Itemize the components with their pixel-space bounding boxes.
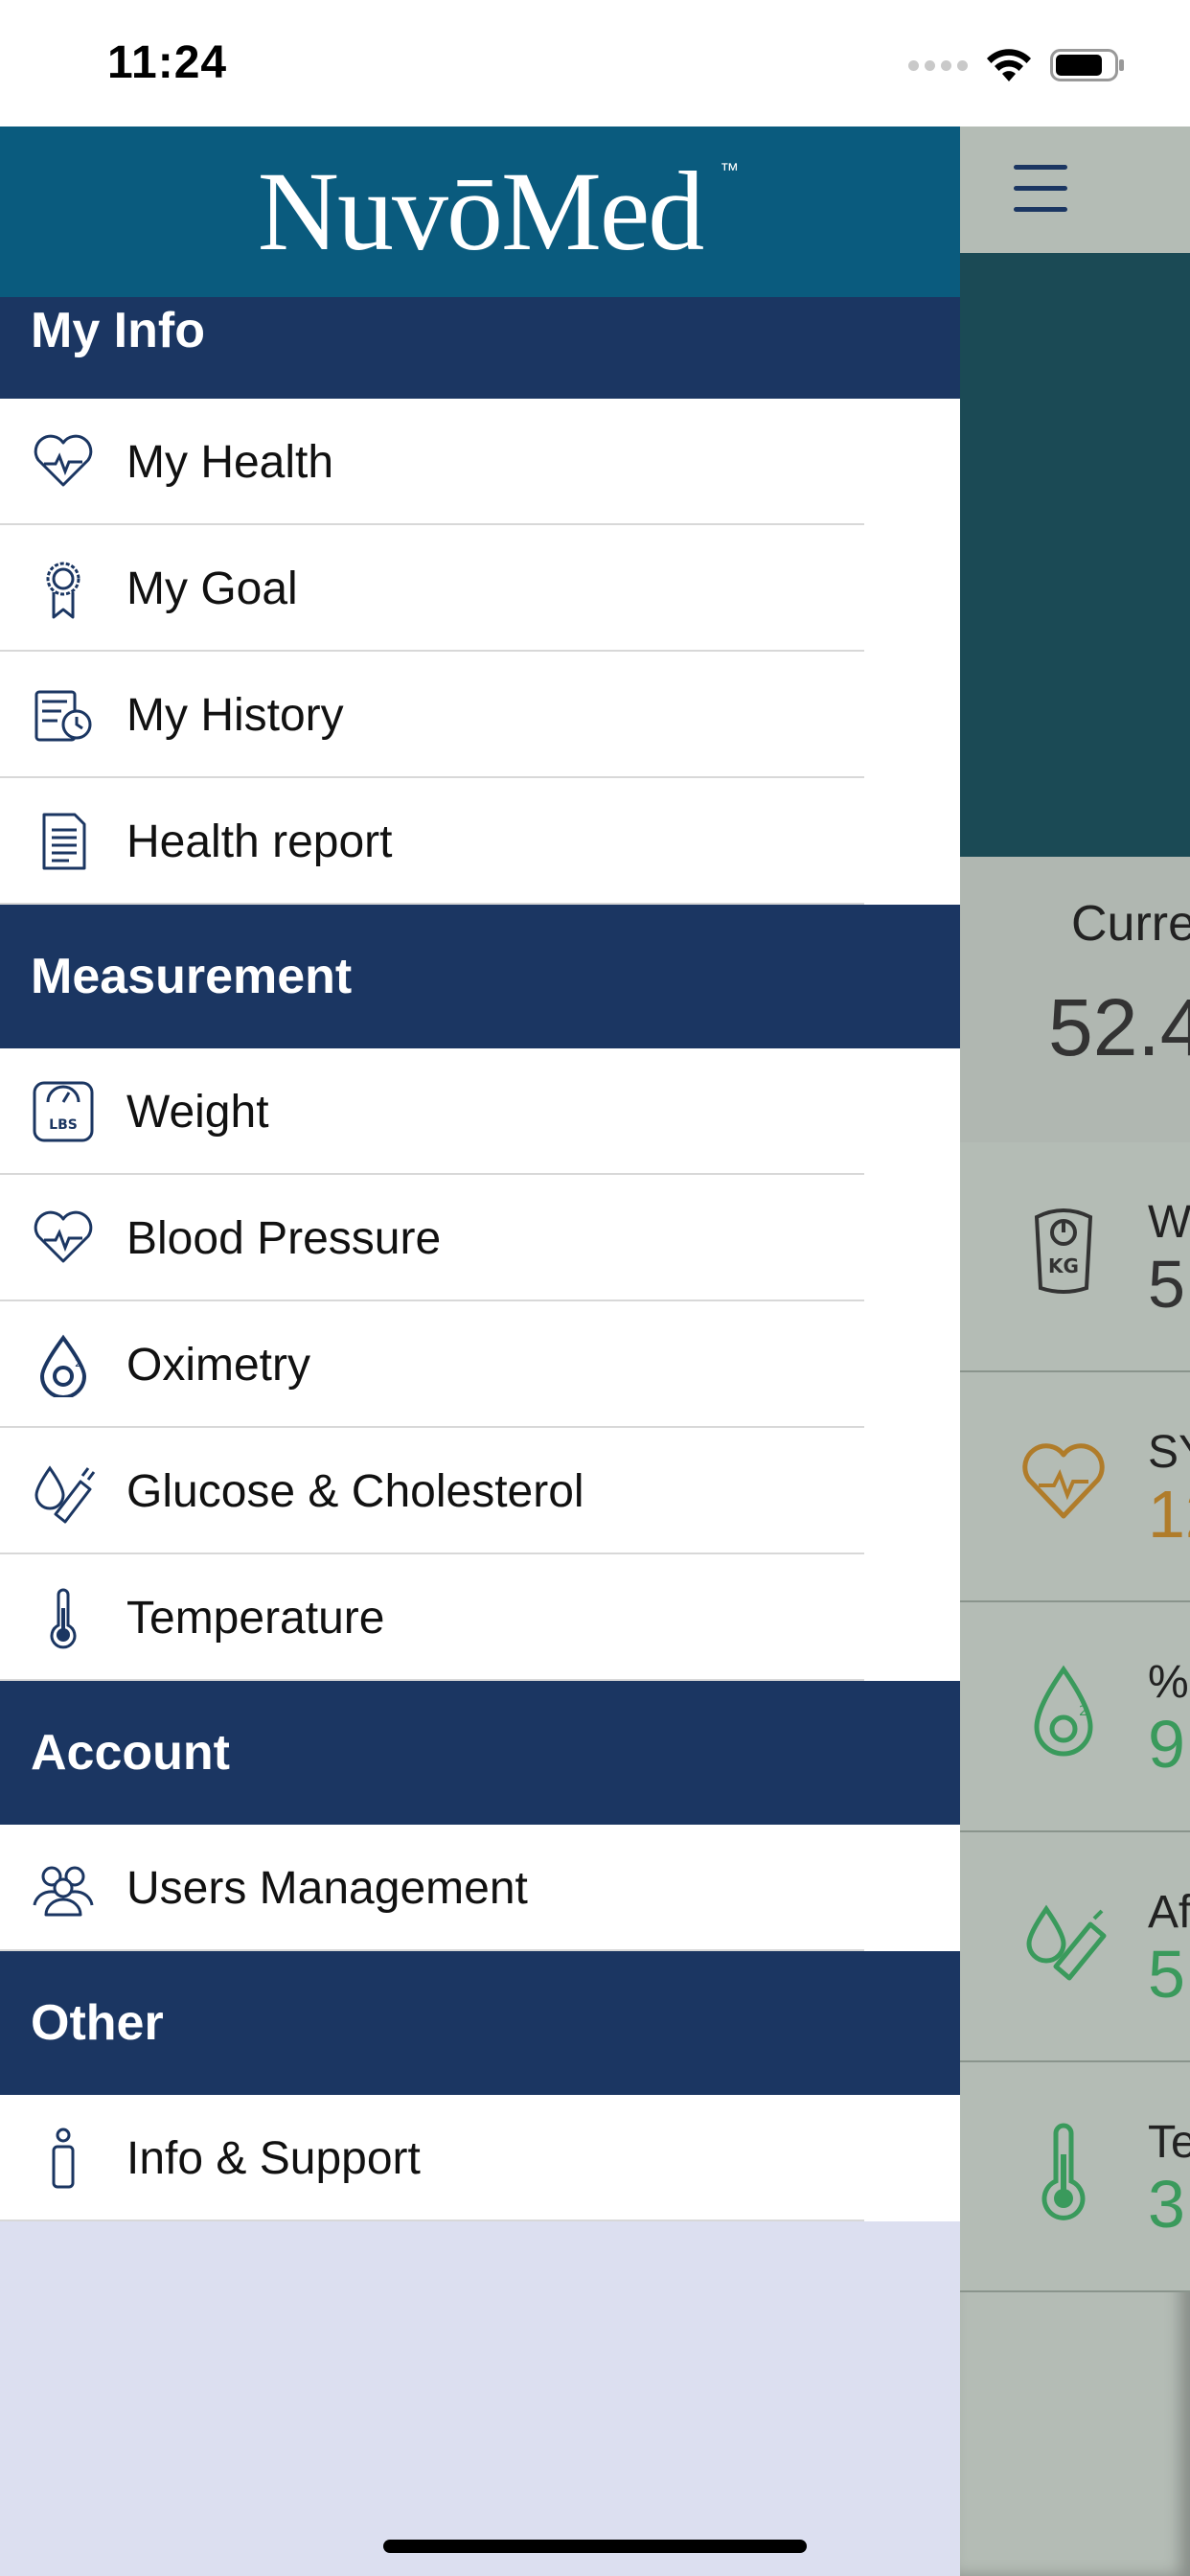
battery-icon [1050,49,1124,81]
current-label: Curre [1071,896,1190,952]
metric-label: Te [1148,2117,1190,2168]
metric-row-oximetry[interactable]: 2 %S 9 [960,1602,1190,1832]
oxygen-drop-icon: 2 [1034,1665,1093,1757]
brand-trademark: ™ [720,160,739,181]
section-header-account: Account [0,1681,960,1825]
award-ribbon-icon [31,556,96,621]
status-bar: 11:24 [0,0,1190,126]
home-indicator[interactable] [383,2540,807,2553]
glucose-test-icon [1026,1904,1107,1981]
menu-label: Info & Support [126,2132,421,2184]
oxygen-drop-icon: 2 [31,1332,96,1397]
svg-text:KG: KG [1048,1254,1079,1277]
metric-label: %S [1148,1657,1190,1708]
menu-label: Health report [126,816,393,867]
drawer-header: NuvōMed ™ [0,126,960,297]
menu-item-blood-pressure[interactable]: Blood Pressure [0,1175,960,1301]
metric-label: SY [1148,1427,1190,1478]
metric-value: 5 [1148,1247,1185,1322]
thermometer-icon [31,1585,96,1650]
metric-label: Af [1148,1887,1190,1938]
main-topbar [960,126,1190,253]
thermometer-icon [1041,2123,1086,2220]
menu-item-my-health[interactable]: My Health [0,399,960,525]
scale-kg-icon: KG [1034,1208,1093,1294]
metric-row-weight[interactable]: KG W 5 [960,1142,1190,1372]
brand-wordmark: NuvōMed [257,149,705,274]
section-header-measurement: Measurement [0,905,960,1048]
menu-item-health-report[interactable]: Health report [0,778,960,905]
menu-item-info-support[interactable]: Info & Support [0,2095,960,2221]
main-hero-panel [960,253,1190,857]
menu-item-users-management[interactable]: Users Management [0,1825,960,1951]
svg-text:2: 2 [75,1357,81,1369]
scale-lbs-icon: LBS [31,1079,96,1144]
brand-name: NuvōMed ™ [257,147,740,277]
history-document-icon [31,682,96,748]
section-header-other: Other [0,1951,960,2095]
brand-logo: NuvōMed ™ [0,126,960,297]
hamburger-menu-icon[interactable] [1014,165,1067,215]
menu-item-my-history[interactable]: My History [0,652,960,778]
metric-label: W [1148,1197,1190,1248]
metric-row-temperature[interactable]: Te 3 [960,2062,1190,2292]
menu-item-weight[interactable]: LBS Weight [0,1048,960,1175]
heart-pulse-icon [31,429,96,494]
menu-label: Weight [126,1086,269,1138]
users-icon [31,1855,96,1920]
cellular-signal-icon [908,59,968,71]
menu-item-glucose-cholesterol[interactable]: Glucose & Cholesterol [0,1428,960,1554]
status-icons [908,46,1125,84]
metric-value: 9 [1148,1707,1185,1782]
heart-pulse-icon [1022,1443,1105,1519]
menu-label: Temperature [126,1592,385,1644]
menu-label: My History [126,689,344,741]
main-screen-background: Curre 52.4 KG W 5 SY 12 [960,126,1190,2576]
report-document-icon [31,809,96,874]
menu-label: Oximetry [126,1339,310,1391]
current-value: 52.4 [1048,982,1190,1072]
status-time: 11:24 [107,37,228,88]
svg-text:LBS: LBS [49,1117,78,1133]
info-person-icon [31,2126,96,2191]
glucose-test-icon [31,1459,96,1524]
metric-row-blood-pressure[interactable]: SY 12 [960,1372,1190,1602]
menu-label: Users Management [126,1862,528,1914]
menu-label: Glucose & Cholesterol [126,1465,584,1517]
drawer-menu: My Info My Health My Goal My History Hea… [0,297,960,2221]
menu-item-my-goal[interactable]: My Goal [0,525,960,652]
section-header-my-info: My Info [0,297,960,399]
menu-label: My Health [126,436,334,488]
menu-label: Blood Pressure [126,1212,442,1264]
menu-label: My Goal [126,563,298,614]
menu-item-oximetry[interactable]: 2 Oximetry [0,1301,960,1428]
metric-value: 3 [1148,2167,1185,2242]
menu-item-temperature[interactable]: Temperature [0,1554,960,1681]
metric-value: 5 [1148,1937,1185,2012]
metric-value: 12 [1148,1477,1190,1552]
metric-list: KG W 5 SY 12 2 %S 9 [960,1142,1190,2292]
heart-pulse-icon [31,1206,96,1271]
side-drawer: NuvōMed ™ My Info My Health My Goal My Hi… [0,126,960,2576]
metric-row-glucose[interactable]: Af 5 [960,1832,1190,2062]
wifi-icon [987,49,1031,81]
svg-text:2: 2 [1079,1704,1087,1719]
